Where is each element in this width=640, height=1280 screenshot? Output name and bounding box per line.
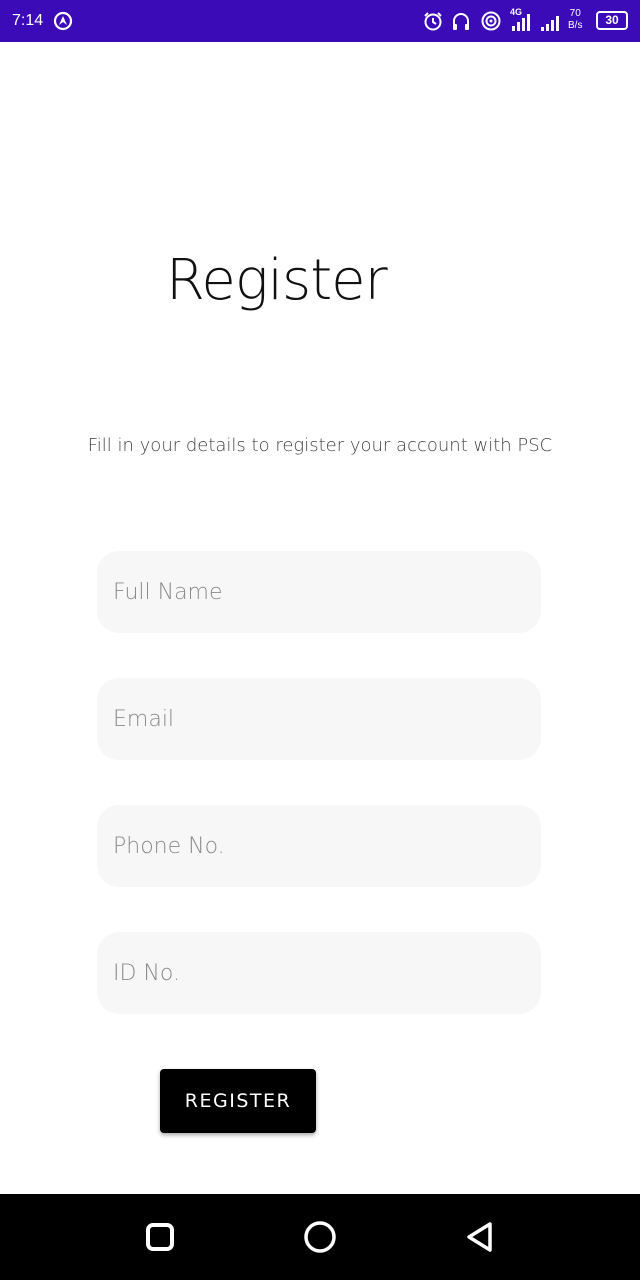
location-icon [53,11,73,31]
status-bar: 7:14 4G 70 B/s 30 [0,0,640,42]
page-title: Register [166,248,388,313]
status-time: 7:14 [12,12,44,29]
recents-icon[interactable] [137,1214,183,1260]
email-input[interactable] [97,678,541,760]
full-name-input[interactable] [97,551,541,633]
id-input[interactable] [97,932,541,1014]
register-button[interactable]: REGISTER [160,1069,316,1133]
home-icon[interactable] [297,1214,343,1260]
battery-indicator: 30 [596,11,628,30]
phone-input[interactable] [97,805,541,887]
navigation-bar [0,1194,640,1280]
headset-icon [453,13,469,30]
back-icon[interactable] [457,1214,503,1260]
hotspot-icon [481,11,501,31]
alarm-icon [424,12,442,31]
signal-icon: 4G [510,7,530,31]
network-type: 4G [510,7,522,17]
network-speed: 70 B/s [568,8,583,31]
signal-icon-2 [541,16,559,31]
subtitle: Fill in your details to register your ac… [87,435,553,456]
